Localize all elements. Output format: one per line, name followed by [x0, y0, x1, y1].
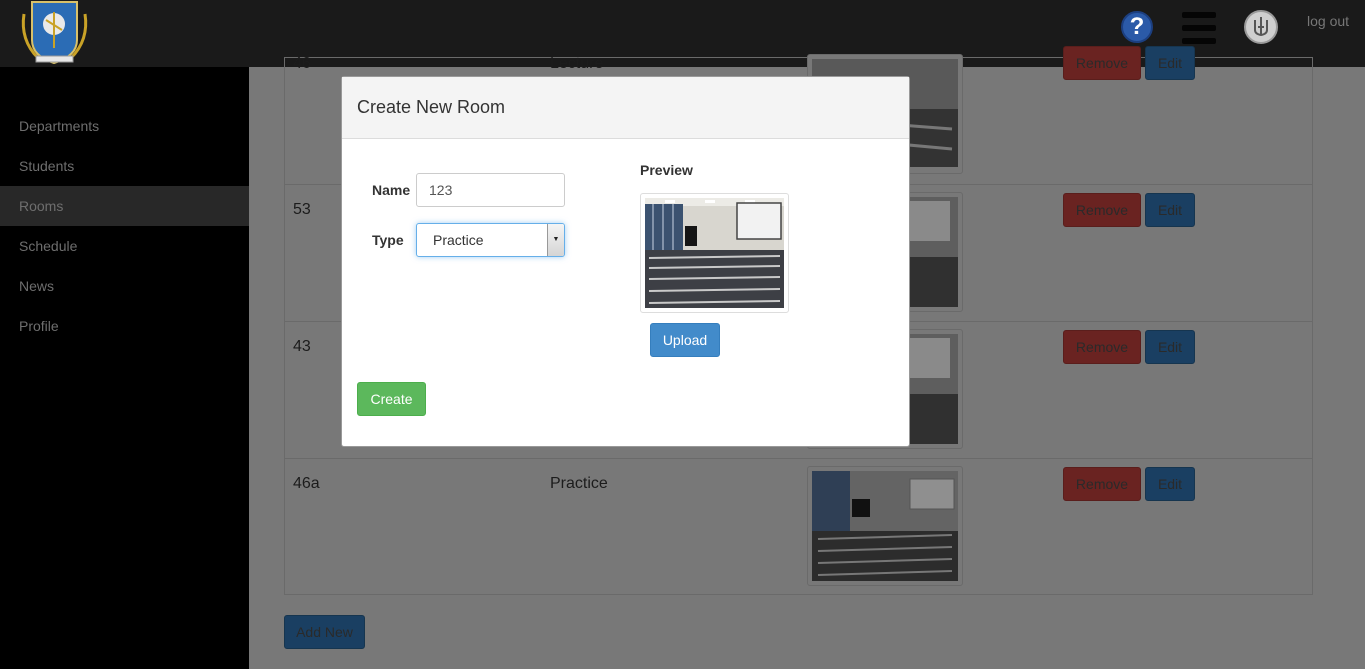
name-field[interactable] — [416, 173, 565, 207]
name-label: Name — [372, 182, 411, 198]
sidebar-item-profile[interactable]: Profile — [0, 306, 249, 346]
room-photo — [807, 466, 963, 586]
sidebar-item-schedule[interactable]: Schedule — [0, 226, 249, 266]
room-type: Lecture — [550, 55, 604, 72]
edit-button[interactable]: Edit — [1145, 330, 1195, 364]
remove-button[interactable]: Remove — [1063, 467, 1141, 501]
remove-button[interactable]: Remove — [1063, 46, 1141, 80]
sidebar: Departments Students Rooms Schedule News… — [0, 67, 249, 669]
edit-button[interactable]: Edit — [1145, 46, 1195, 80]
hamburger-menu-icon[interactable] — [1182, 12, 1216, 44]
type-label: Type — [372, 232, 404, 248]
table-row: 46a Practice Remove Edit — [285, 458, 1312, 595]
sidebar-item-students[interactable]: Students — [0, 146, 249, 186]
room-name: 46a — [293, 475, 320, 492]
add-new-button[interactable]: Add New — [284, 615, 365, 649]
room-name: 46 — [293, 55, 311, 72]
remove-button[interactable]: Remove — [1063, 193, 1141, 227]
sidebar-item-departments[interactable]: Departments — [0, 106, 249, 146]
create-button[interactable]: Create — [357, 382, 426, 416]
preview-label: Preview — [640, 162, 693, 178]
sidebar-item-news[interactable]: News — [0, 266, 249, 306]
sidebar-item-rooms[interactable]: Rooms — [0, 186, 249, 226]
edit-button[interactable]: Edit — [1145, 467, 1195, 501]
type-select[interactable]: Practice ▼ — [416, 223, 565, 257]
preview-image — [640, 193, 789, 313]
logout-link[interactable]: log out — [1307, 13, 1349, 29]
university-logo[interactable] — [18, 0, 91, 66]
upload-button[interactable]: Upload — [650, 323, 720, 357]
room-type: Practice — [550, 475, 608, 492]
create-room-modal: Create New Room Name Type Practice ▼ Pre… — [341, 76, 910, 447]
modal-header: Create New Room — [342, 77, 909, 139]
type-select-value: Practice — [433, 232, 484, 248]
remove-button[interactable]: Remove — [1063, 330, 1141, 364]
trident-emblem-icon[interactable] — [1244, 10, 1278, 44]
chevron-down-icon[interactable]: ▼ — [547, 224, 564, 256]
edit-button[interactable]: Edit — [1145, 193, 1195, 227]
help-icon[interactable]: ? — [1121, 11, 1153, 43]
room-name: 53 — [293, 201, 311, 218]
modal-title: Create New Room — [357, 97, 506, 117]
room-name: 43 — [293, 338, 311, 355]
